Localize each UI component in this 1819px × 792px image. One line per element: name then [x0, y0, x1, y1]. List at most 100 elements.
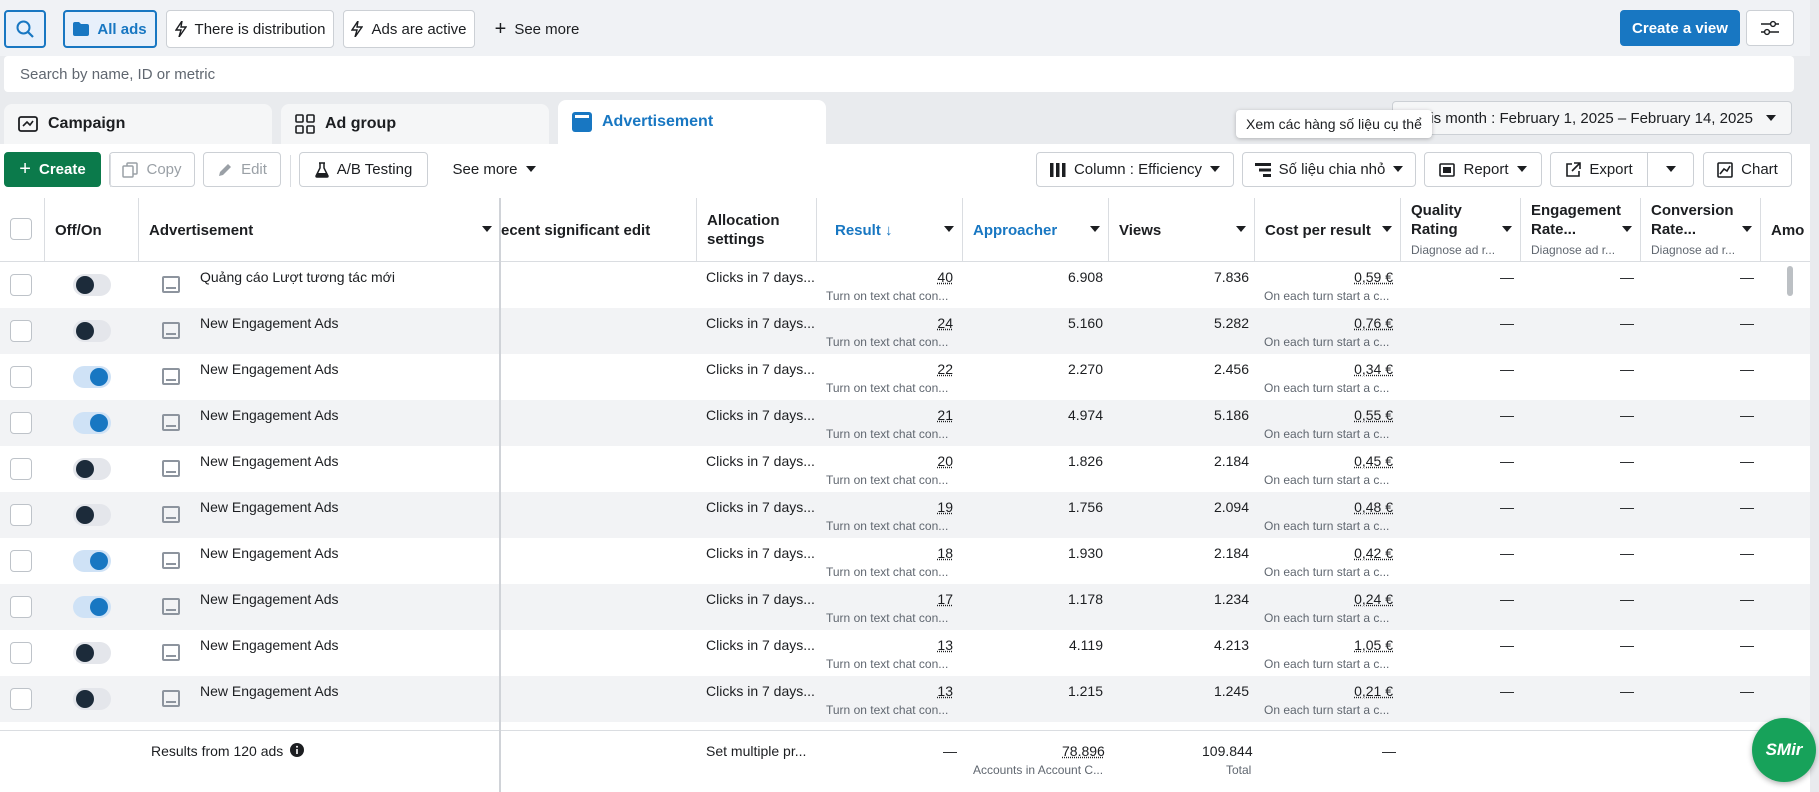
ab-testing-button[interactable]: A/B Testing [299, 152, 428, 187]
columns-button[interactable]: Column : Efficiency [1036, 152, 1234, 187]
result-subtext: Turn on text chat con... [826, 703, 949, 717]
row-checkbox[interactable] [10, 642, 32, 664]
table-row[interactable]: New Engagement Ads Clicks in 7 days... 19 T… [0, 492, 1819, 538]
header-quality-rating[interactable]: Quality Rating Diagnose ad r... [1401, 198, 1521, 262]
caret-down-icon [1393, 166, 1404, 173]
views-value: 1.234 [1213, 591, 1249, 607]
row-checkbox[interactable] [10, 504, 32, 526]
select-all-checkbox[interactable] [10, 218, 32, 240]
toggle-knob [76, 506, 94, 524]
ad-on-off-toggle[interactable] [73, 320, 111, 342]
smir-badge[interactable]: SMir [1752, 718, 1816, 782]
header-label: Conversion Rate... [1651, 201, 1734, 238]
table-row[interactable]: New Engagement Ads Clicks in 7 days... 18 T… [0, 538, 1819, 584]
ad-name[interactable]: New Engagement Ads [200, 361, 339, 377]
ad-name[interactable]: New Engagement Ads [200, 453, 339, 469]
ad-on-off-toggle[interactable] [73, 366, 111, 388]
caret-down-icon [944, 226, 954, 232]
table-row[interactable]: New Engagement Ads Clicks in 7 days... 22 T… [0, 354, 1819, 400]
table-row[interactable]: New Engagement Ads Clicks in 7 days... 21 T… [0, 400, 1819, 446]
header-cost-per-result[interactable]: Cost per result [1255, 198, 1401, 262]
search-toggle-button[interactable] [4, 10, 46, 48]
quality-rating-value: — [1500, 683, 1514, 699]
ad-name[interactable]: New Engagement Ads [200, 545, 339, 561]
copy-button[interactable]: Copy [109, 152, 195, 187]
report-button[interactable]: Report [1424, 152, 1542, 187]
filter-ads-are-active[interactable]: Ads are active [343, 10, 475, 48]
vertical-scrollbar[interactable] [1787, 266, 1793, 296]
ad-on-off-toggle[interactable] [73, 458, 111, 480]
view-settings-button[interactable] [1746, 10, 1794, 46]
footer-views: 109.844 [1202, 743, 1253, 759]
row-checkbox[interactable] [10, 458, 32, 480]
tab-ad-group[interactable]: Ad group [281, 104, 549, 144]
header-views[interactable]: Views [1109, 198, 1255, 262]
header-result[interactable]: Result ↓ [817, 198, 963, 262]
search-input[interactable]: Search by name, ID or metric [4, 56, 1794, 92]
header-recent-edit[interactable]: ecent significant edit [501, 198, 697, 262]
table-row[interactable]: Quảng cáo Lượt tương tác mới Clicks in 7 … [0, 262, 1819, 308]
filter-there-is-distribution[interactable]: There is distribution [166, 10, 334, 48]
ad-on-off-toggle[interactable] [73, 688, 111, 710]
row-checkbox[interactable] [10, 366, 32, 388]
row-checkbox[interactable] [10, 274, 32, 296]
ad-on-off-toggle[interactable] [73, 550, 111, 572]
header-approacher[interactable]: Approacher [963, 198, 1109, 262]
header-select-all [0, 198, 45, 262]
date-range-picker[interactable]: This month : February 1, 2025 – February… [1392, 101, 1792, 135]
table-row[interactable]: New Engagement Ads Clicks in 7 days... 24 T… [0, 308, 1819, 354]
row-checkbox[interactable] [10, 412, 32, 434]
edit-button[interactable]: Edit [203, 152, 281, 187]
filter-all-ads[interactable]: All ads [63, 10, 157, 48]
ad-on-off-toggle[interactable] [73, 596, 111, 618]
table-header: Off/On Advertisement ecent significant e… [0, 198, 1819, 262]
caret-down-icon [1210, 166, 1221, 173]
ad-name[interactable]: New Engagement Ads [200, 315, 339, 331]
engagement-rate-value: — [1620, 591, 1634, 607]
header-label: ecent significant edit [501, 221, 651, 239]
ad-name[interactable]: New Engagement Ads [200, 637, 339, 653]
info-icon[interactable] [290, 743, 304, 757]
row-checkbox[interactable] [10, 688, 32, 710]
header-off-on[interactable]: Off/On [45, 198, 139, 262]
toolbar-divider [290, 155, 291, 187]
row-checkbox[interactable] [10, 596, 32, 618]
result-value: 19 [937, 499, 953, 515]
ad-preview-icon [162, 552, 180, 569]
header-advertisement[interactable]: Advertisement [139, 198, 500, 262]
see-more-filters-button[interactable]: + See more [489, 10, 585, 48]
toolbar-see-more-button[interactable]: See more [440, 152, 548, 187]
table-row[interactable]: New Engagement Ads Clicks in 7 days... 13 T… [0, 630, 1819, 676]
ad-icon [572, 112, 592, 132]
ad-preview-icon [162, 368, 180, 385]
header-conversion-rate[interactable]: Conversion Rate... Diagnose ad r... [1641, 198, 1761, 262]
ad-name[interactable]: Quảng cáo Lượt tương tác mới [200, 269, 395, 285]
table-row[interactable]: New Engagement Ads Clicks in 7 days... 17 T… [0, 584, 1819, 630]
row-checkbox[interactable] [10, 320, 32, 342]
create-view-button[interactable]: Create a view [1620, 10, 1740, 46]
ad-name[interactable]: New Engagement Ads [200, 499, 339, 515]
row-checkbox[interactable] [10, 550, 32, 572]
header-engagement-rate[interactable]: Engagement Rate... Diagnose ad r... [1521, 198, 1641, 262]
ad-name[interactable]: New Engagement Ads [200, 683, 339, 699]
tab-advertisement[interactable]: Advertisement [558, 100, 826, 144]
export-button[interactable]: Export [1550, 152, 1648, 187]
export-dropdown-button[interactable] [1647, 152, 1694, 187]
export-label: Export [1589, 161, 1633, 178]
table-row[interactable]: New Engagement Ads Clicks in 7 days... 13 T… [0, 676, 1819, 722]
ad-preview-icon [162, 506, 180, 523]
chart-button[interactable]: Chart [1703, 152, 1792, 187]
ad-on-off-toggle[interactable] [73, 274, 111, 296]
tab-campaign[interactable]: Campaign [4, 104, 272, 144]
table-row[interactable]: New Engagement Ads Clicks in 7 days... 20 T… [0, 446, 1819, 492]
ad-on-off-toggle[interactable] [73, 504, 111, 526]
ad-on-off-toggle[interactable] [73, 642, 111, 664]
header-allocation[interactable]: Allocation settings [697, 198, 817, 262]
create-button[interactable]: + Create [4, 152, 101, 187]
toggle-knob [90, 598, 108, 616]
search-icon [15, 19, 35, 39]
breakdown-button[interactable]: Số liệu chia nhỏ [1242, 152, 1416, 187]
ad-name[interactable]: New Engagement Ads [200, 591, 339, 607]
ad-name[interactable]: New Engagement Ads [200, 407, 339, 423]
ad-on-off-toggle[interactable] [73, 412, 111, 434]
